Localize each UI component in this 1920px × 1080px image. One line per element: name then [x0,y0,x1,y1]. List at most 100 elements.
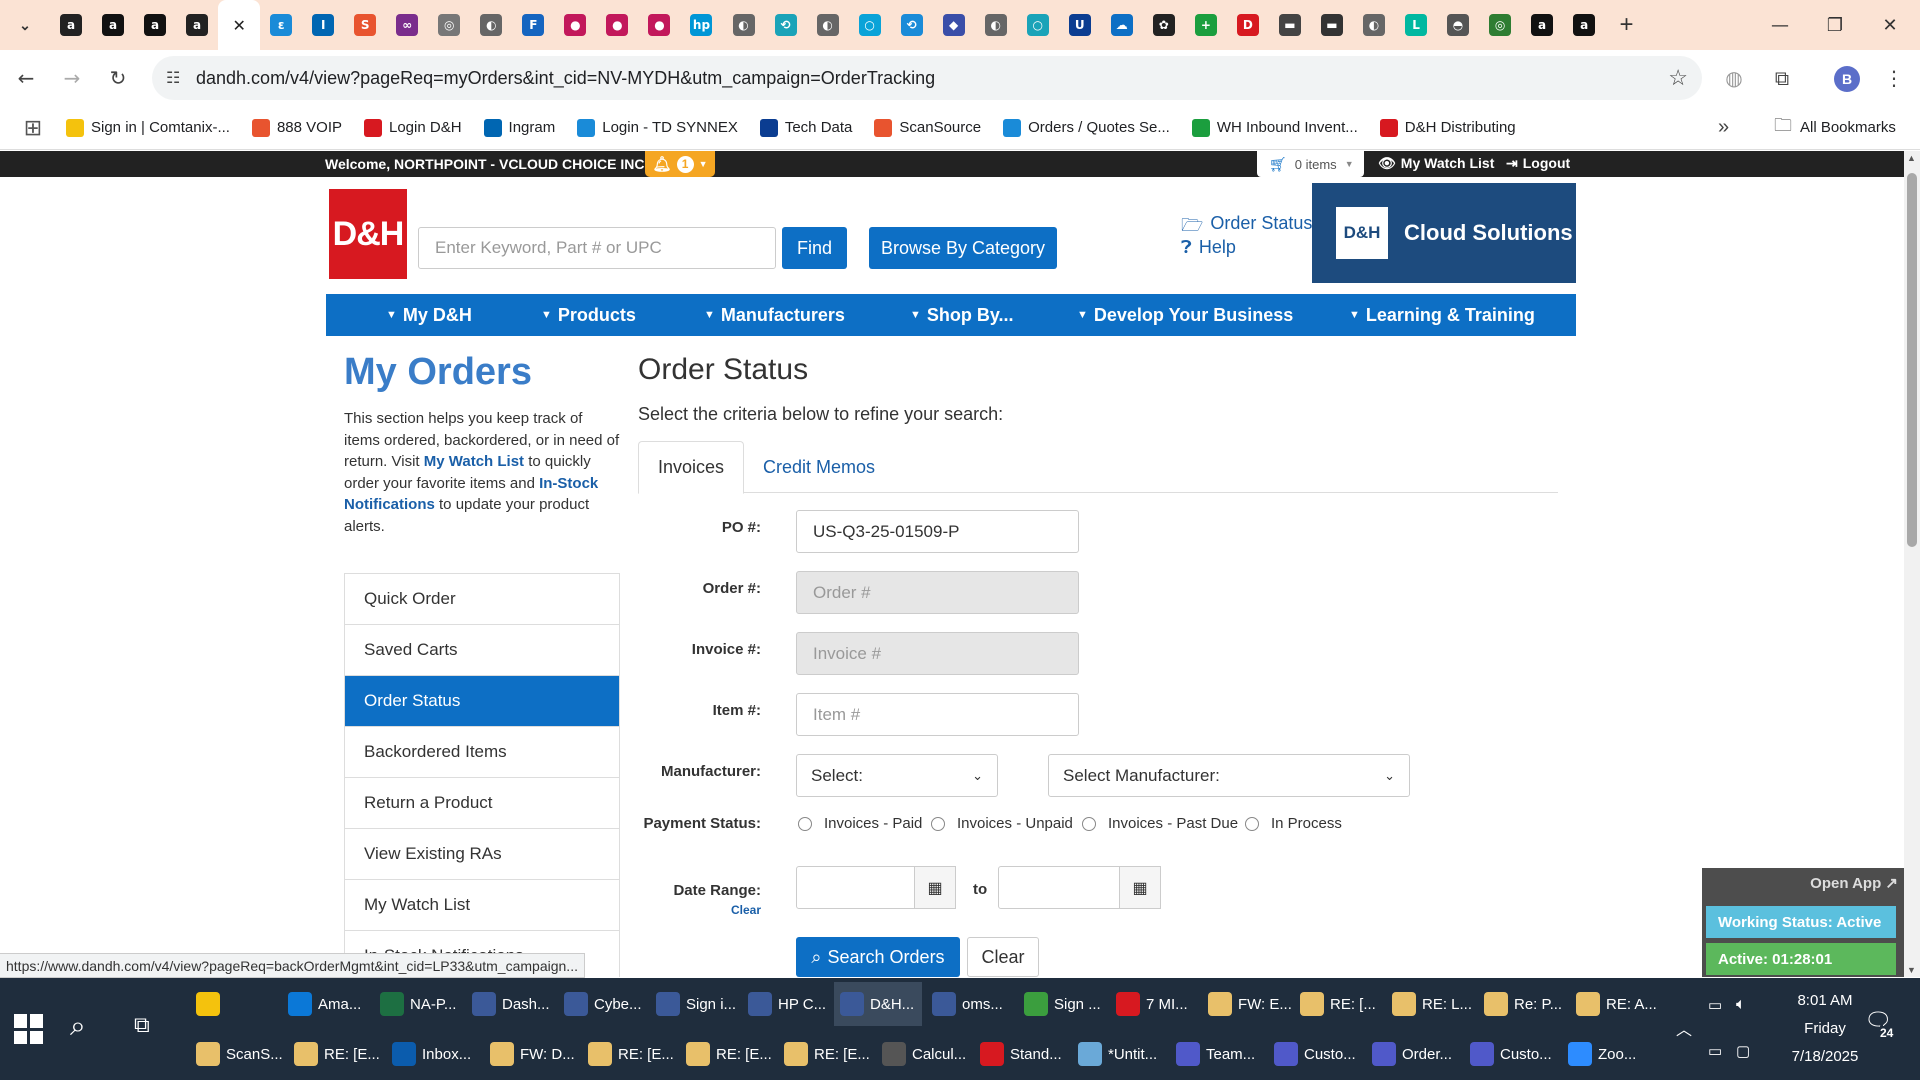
outlook-inbox-task[interactable]: Inbox... [386,1032,480,1076]
browser-tab[interactable]: ◎ [428,0,470,50]
browser-tab[interactable]: ◐ [975,0,1017,50]
mail-scans-task[interactable]: ScanS... [190,1032,284,1076]
teams-order-task[interactable]: Order... [1366,1032,1460,1076]
browser-tab[interactable]: ▬ [1311,0,1353,50]
new-tab-button[interactable]: + [1605,0,1648,50]
volume-icon[interactable]: 🔈︎ [1736,996,1746,1014]
help-link[interactable]: ❓︎ Help [1181,237,1236,258]
browser-tab[interactable]: + [1185,0,1227,50]
forward-button[interactable]: → [52,58,92,98]
edge-amazon-task[interactable]: Ama... [282,982,370,1026]
browser-tab[interactable]: L [1395,0,1437,50]
chrome-signin-task[interactable]: Sign i... [650,982,738,1026]
invoice-input[interactable]: Invoice # [796,632,1079,675]
mail-fw-e-task[interactable]: FW: E... [1202,982,1292,1026]
manufacturer-select[interactable]: Select Manufacturer: ⌄ [1048,754,1410,797]
browser-tab[interactable]: a [1521,0,1563,50]
radio-invoices-unpaid[interactable]: Invoices - Unpaid [931,815,1073,832]
back-button[interactable]: ← [6,58,46,98]
close-window-button[interactable]: ✕ [1860,0,1920,50]
browser-tab[interactable]: ◓ [1437,0,1479,50]
watch-list-link[interactable]: 👁︎ My Watch List [1378,155,1494,172]
browser-tab[interactable]: U [1059,0,1101,50]
address-bar[interactable]: ☷ dandh.com/v4/view?pageReq=myOrders&int… [152,56,1702,100]
scroll-thumb[interactable] [1907,173,1917,547]
nav-item[interactable]: ▼ Shop By... [910,294,1014,336]
browser-tab[interactable]: a [134,0,176,50]
browser-tab[interactable]: ✿ [1143,0,1185,50]
extensions-icon[interactable]: ⧉ [1762,58,1802,98]
browser-tab[interactable]: a [92,0,134,50]
clock-time[interactable]: 8:01 AM [1770,992,1880,1009]
orders-menu-item[interactable]: Backordered Items [345,727,619,778]
orders-menu-item[interactable]: My Watch List [345,880,619,931]
bookmark-item[interactable]: ScanSource [874,118,981,137]
nav-item[interactable]: ▼ Develop Your Business [1077,294,1293,336]
browser-tab[interactable]: ⟲ [891,0,933,50]
browser-tab[interactable]: D [1227,0,1269,50]
network-icon[interactable]: ▭ [1708,1042,1722,1060]
pdf-stand-task[interactable]: Stand... [974,1032,1068,1076]
browser-tab[interactable]: a [1563,0,1605,50]
apps-grid-icon[interactable]: ⊞ [0,115,66,141]
bookmark-item[interactable]: Login - TD SYNNEX [577,118,738,137]
nav-item[interactable]: ▼ Products [541,294,636,336]
file-explorer-task[interactable] [190,982,278,1026]
restore-button[interactable]: ❐ [1805,0,1865,50]
browser-tab[interactable]: ε [260,0,302,50]
notifications-button[interactable]: 🔔︎ 1 ▼ [645,151,715,177]
bookmark-item[interactable]: Ingram [483,118,555,137]
orders-menu-item[interactable]: View Existing RAs [345,829,619,880]
browser-tab[interactable]: ○ [849,0,891,50]
mail-re-a-task[interactable]: RE: A... [1570,982,1658,1026]
bookmark-item[interactable]: D&H Distributing [1379,118,1516,137]
bookmark-item[interactable]: Orders / Quotes Se... [1003,118,1170,137]
browser-tab[interactable]: ● [554,0,596,50]
browser-tab[interactable]: ◐ [807,0,849,50]
battery-icon[interactable]: ▭ [1708,996,1722,1014]
watch-list-intro-link[interactable]: My Watch List [424,453,524,470]
tab-search-dropdown[interactable]: ⌄ [0,0,50,50]
chrome-dh-task[interactable]: D&H... [834,982,922,1026]
search-taskbar-icon[interactable]: ⌕ [70,1010,86,1043]
open-app-link[interactable]: Open App ↗ [1810,874,1898,892]
manufacturer-type-select[interactable]: Select: ⌄ [796,754,998,797]
browser-tab[interactable]: ◐ [1353,0,1395,50]
orders-menu-item[interactable]: Order Status [345,676,619,727]
nav-item[interactable]: ▼ Manufacturers [704,294,845,336]
radio-in-process[interactable]: In Process [1245,815,1342,832]
display-icon[interactable]: ▢ [1736,1042,1750,1060]
browser-tab[interactable]: ◎ [1479,0,1521,50]
nav-item[interactable]: ▼ My D&H [386,294,472,336]
cart-button[interactable]: 🛒︎ 0 items ▼ [1257,151,1364,177]
minimize-button[interactable]: — [1750,0,1810,50]
mail-re-p-task[interactable]: Re: P... [1478,982,1566,1026]
browser-tab[interactable]: ✕ [218,0,261,50]
nav-item[interactable]: ▼ Learning & Training [1349,294,1535,336]
dh-logo[interactable]: D&H [329,189,407,279]
calculator-task[interactable]: Calcul... [876,1032,970,1076]
browser-tab[interactable]: ◆ [933,0,975,50]
browser-tab[interactable]: S [344,0,386,50]
scroll-down-icon[interactable]: ▼ [1907,965,1916,975]
find-button[interactable]: Find [782,227,847,269]
chrome-sign-task[interactable]: Sign ... [1018,982,1106,1026]
item-input[interactable]: Item # [796,693,1079,736]
chrome-cyber-task[interactable]: Cybe... [558,982,646,1026]
mail-re-e2-task[interactable]: RE: [E... [582,1032,676,1076]
bookmark-item[interactable]: Login D&H [364,118,462,137]
cloud-solutions-banner[interactable]: D&H Cloud Solutions [1312,183,1576,283]
radio-invoices-past-due[interactable]: Invoices - Past Due [1082,815,1238,832]
clear-button[interactable]: Clear [967,937,1039,977]
browser-tab[interactable]: ◐ [470,0,512,50]
mail-re-e1-task[interactable]: RE: [E... [288,1032,382,1076]
browser-tab[interactable]: a [176,0,218,50]
browser-tab[interactable]: I [302,0,344,50]
orders-menu-item[interactable]: Quick Order [345,574,619,625]
browse-category-button[interactable]: Browse By Category [869,227,1057,269]
site-info-icon[interactable]: ☷ [166,68,180,88]
browser-tab[interactable]: ○ [1017,0,1059,50]
mail-re-e4-task[interactable]: RE: [E... [778,1032,872,1076]
search-input[interactable]: Enter Keyword, Part # or UPC [418,227,776,269]
browser-tab[interactable]: ∞ [386,0,428,50]
